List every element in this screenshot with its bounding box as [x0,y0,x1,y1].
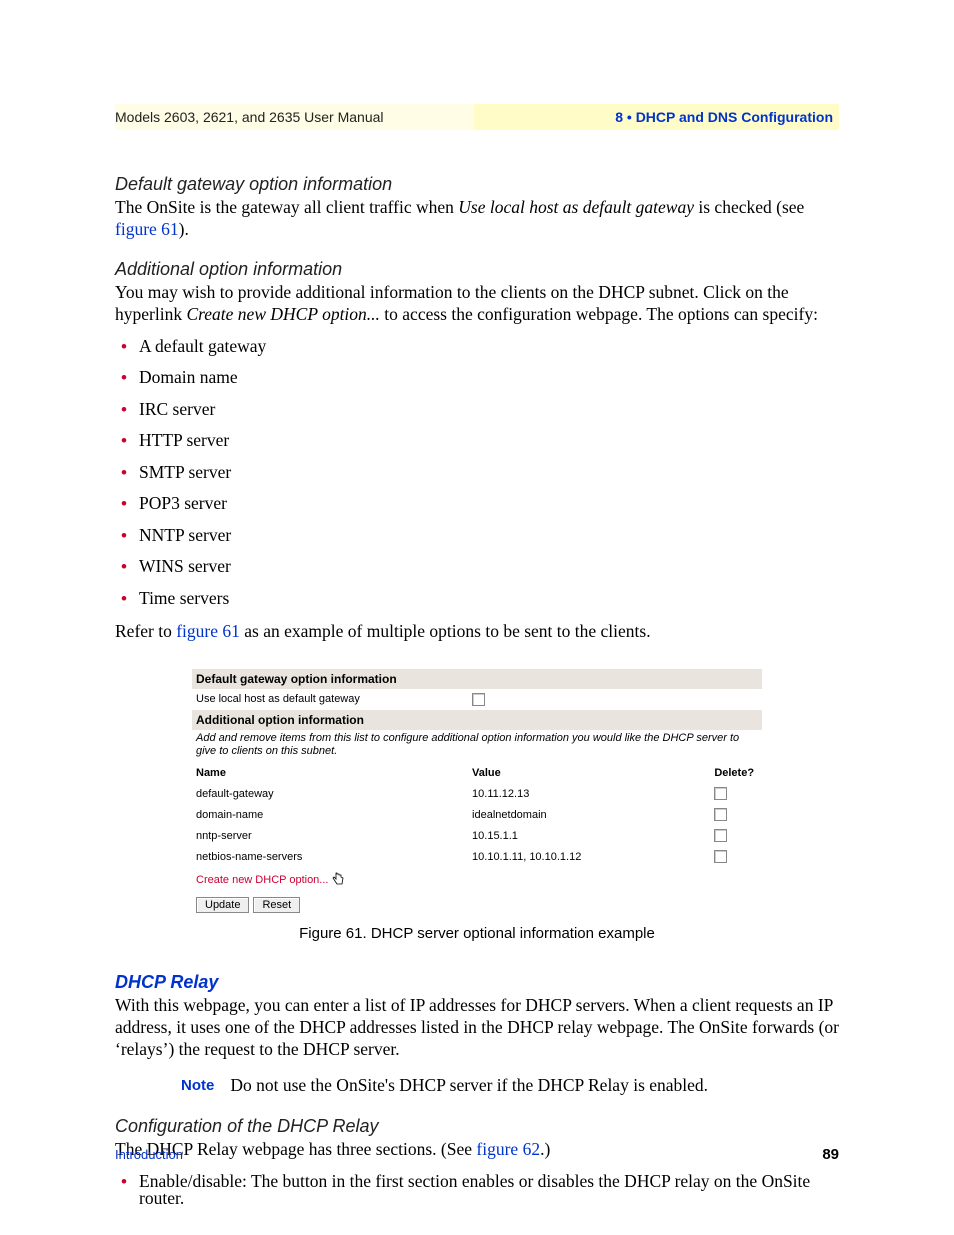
footer-section: Introduction [115,1147,183,1162]
cell-value: 10.10.1.11, 10.10.1.12 [472,851,714,863]
paragraph: You may wish to provide additional infor… [115,282,839,326]
options-list: A default gateway Domain name IRC server… [115,338,839,608]
cell-value: 10.15.1.1 [472,830,714,842]
section-heading-dhcp-relay: DHCP Relay [115,972,839,993]
cell-name: default-gateway [196,788,472,800]
fig-section-header: Additional option information [192,710,762,730]
table-row: default-gateway 10.11.12.13 [192,783,762,804]
section-heading-additional-option: Additional option information [115,259,839,280]
figure-link[interactable]: figure 61 [176,621,240,641]
list-item: WINS server [115,558,839,576]
cell-name: nntp-server [196,830,472,842]
text: as an example of multiple options to be … [240,621,651,641]
figure-link[interactable]: figure 61 [115,219,179,239]
column-header-name: Name [196,767,472,779]
figure-61: Default gateway option information Use l… [192,669,762,915]
header-left: Models 2603, 2621, and 2635 User Manual [115,104,474,130]
reset-button[interactable]: Reset [253,897,300,913]
list-item: POP3 server [115,495,839,513]
section-heading-default-gateway: Default gateway option information [115,174,839,195]
text-italic: Create new DHCP option... [186,304,379,324]
paragraph: With this webpage, you can enter a list … [115,995,839,1061]
page-header: Models 2603, 2621, and 2635 User Manual … [115,104,839,130]
checkbox[interactable] [714,808,727,821]
table-row: nntp-server 10.15.1.1 [192,825,762,846]
text: ). [179,219,189,239]
paragraph: The OnSite is the gateway all client tra… [115,197,839,241]
column-header-delete: Delete? [714,767,758,779]
list-item: A default gateway [115,338,839,356]
text: Refer to [115,621,176,641]
page-footer: Introduction 89 [115,1146,839,1163]
text: The OnSite is the gateway all client tra… [115,197,458,217]
update-button[interactable]: Update [196,897,249,913]
note-text: Do not use the OnSite's DHCP server if t… [230,1075,708,1096]
hand-cursor-icon [332,872,344,889]
list-item: SMTP server [115,464,839,482]
cell-name: domain-name [196,809,472,821]
header-right: 8 • DHCP and DNS Configuration [474,104,839,130]
list-item: NNTP server [115,527,839,545]
note-label: Note [181,1075,214,1096]
list-item: IRC server [115,401,839,419]
text-italic: Use local host as default gateway [458,197,694,217]
page-number: 89 [822,1146,839,1163]
cell-name: netbios-name-servers [196,851,472,863]
column-header-value: Value [472,767,714,779]
create-dhcp-option-link[interactable]: Create new DHCP option... [196,874,328,886]
checkbox[interactable] [714,829,727,842]
note: Note Do not use the OnSite's DHCP server… [181,1075,839,1096]
text: to access the configuration webpage. The… [380,304,818,324]
figure-caption: Figure 61. DHCP server optional informat… [115,925,839,942]
fig-section-header: Default gateway option information [192,669,762,689]
checkbox[interactable] [472,693,485,706]
text: is checked (see [694,197,804,217]
paragraph: Refer to figure 61 as an example of mult… [115,621,839,643]
fig-label: Use local host as default gateway [196,693,472,705]
config-list: Enable/disable: The button in the first … [115,1173,839,1208]
checkbox[interactable] [714,850,727,863]
section-heading-config-relay: Configuration of the DHCP Relay [115,1116,839,1137]
table-row: netbios-name-servers 10.10.1.11, 10.10.1… [192,846,762,867]
checkbox[interactable] [714,787,727,800]
cell-value: 10.11.12.13 [472,788,714,800]
cell-value: idealnetdomain [472,809,714,821]
fig-description: Add and remove items from this list to c… [192,730,762,762]
list-item: Enable/disable: The button in the first … [115,1173,839,1208]
list-item: HTTP server [115,432,839,450]
table-row: domain-name idealnetdomain [192,804,762,825]
list-item: Time servers [115,590,839,608]
list-item: Domain name [115,369,839,387]
